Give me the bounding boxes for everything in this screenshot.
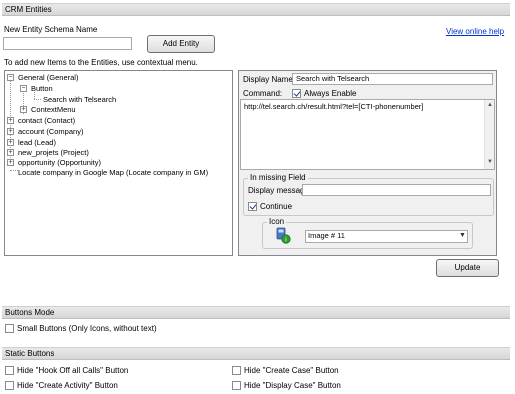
missing-field-title: In missing Field [248, 173, 308, 183]
tree-connector [34, 99, 41, 100]
small-buttons-checkbox[interactable] [5, 324, 14, 333]
tree-item-locate-company[interactable]: Locate company in Google Map (Locate com… [18, 168, 208, 177]
section-header-buttons-mode: Buttons Mode [2, 306, 510, 319]
tree-item-new-projets[interactable]: new_projets (Project) [18, 148, 89, 157]
entities-tree[interactable]: − General (General) − Button Search with… [4, 70, 233, 256]
icon-group-title: Icon [267, 217, 287, 227]
section-header-static-buttons: Static Buttons [2, 347, 510, 360]
tree-item-account[interactable]: account (Company) [18, 127, 83, 136]
always-enable-label: Always Enable [304, 89, 357, 98]
new-entity-name-input[interactable] [3, 37, 132, 50]
tree-item-contact[interactable]: contact (Contact) [18, 116, 75, 125]
tree-connector [10, 170, 18, 171]
section-title: Static Buttons [5, 349, 55, 358]
expand-icon[interactable]: + [7, 139, 14, 146]
continue-label: Continue [260, 202, 293, 211]
expand-icon[interactable]: + [7, 117, 14, 124]
section-title: Buttons Mode [5, 308, 55, 317]
continue-checkbox[interactable] [248, 202, 257, 211]
update-button[interactable]: Update [436, 259, 499, 277]
view-online-help-link[interactable]: View online help [446, 27, 504, 36]
command-text: http://tel.search.ch/result.html?tel=[CT… [244, 102, 424, 111]
collapse-icon[interactable]: − [20, 85, 27, 92]
tree-item-button[interactable]: Button [31, 84, 53, 93]
instructions-text: To add new Items to the Entities, use co… [4, 58, 198, 67]
hide-display-case-label: Hide "Display Case" Button [244, 381, 341, 390]
section-header-crm-entities: CRM Entities [2, 3, 510, 16]
tree-item-opportunity[interactable]: opportunity (Opportunity) [18, 158, 101, 167]
display-message-input[interactable] [302, 184, 491, 196]
hide-create-case-checkbox[interactable] [232, 366, 241, 375]
tree-item-search-with-telsearch[interactable]: Search with Telsearch [43, 95, 116, 104]
command-textarea[interactable]: http://tel.search.ch/result.html?tel=[CT… [240, 99, 495, 170]
collapse-icon[interactable]: − [7, 74, 14, 81]
hide-create-activity-label: Hide "Create Activity" Button [17, 381, 118, 390]
expand-icon[interactable]: + [7, 128, 14, 135]
new-entity-label: New Entity Schema Name [4, 25, 98, 34]
tree-item-general[interactable]: General (General) [18, 73, 78, 82]
hide-hook-off-checkbox[interactable] [5, 366, 14, 375]
add-entity-button[interactable]: Add Entity [147, 35, 215, 53]
scroll-down-icon[interactable]: ▼ [487, 159, 493, 165]
hide-create-case-label: Hide "Create Case" Button [244, 366, 339, 375]
item-details-panel: Display Name: Search with Telsearch Comm… [238, 70, 497, 256]
chevron-down-icon[interactable]: ▼ [459, 232, 466, 239]
hide-hook-off-label: Hide "Hook Off all Calls" Button [17, 366, 129, 375]
tree-item-contextmenu[interactable]: ContextMenu [31, 105, 76, 114]
expand-icon[interactable]: + [7, 159, 14, 166]
icon-select[interactable]: Image # 11 [305, 230, 468, 243]
command-label: Command: [243, 89, 283, 98]
always-enable-checkbox[interactable] [292, 89, 301, 98]
hide-create-activity-checkbox[interactable] [5, 381, 14, 390]
display-name-input[interactable]: Search with Telsearch [292, 73, 493, 85]
display-name-label: Display Name: [243, 75, 296, 84]
hide-display-case-checkbox[interactable] [232, 381, 241, 390]
tree-item-lead[interactable]: lead (Lead) [18, 138, 56, 147]
section-title: CRM Entities [5, 5, 52, 14]
expand-icon[interactable]: + [20, 106, 27, 113]
phone-icon: i [276, 227, 291, 244]
tree-connector [34, 92, 35, 99]
expand-icon[interactable]: + [7, 149, 14, 156]
icon-select-value: Image # 11 [308, 231, 345, 240]
small-buttons-label: Small Buttons (Only Icons, without text) [17, 324, 157, 333]
scroll-up-icon[interactable]: ▲ [487, 102, 493, 108]
command-scrollbar[interactable]: ▲ ▼ [484, 100, 494, 169]
